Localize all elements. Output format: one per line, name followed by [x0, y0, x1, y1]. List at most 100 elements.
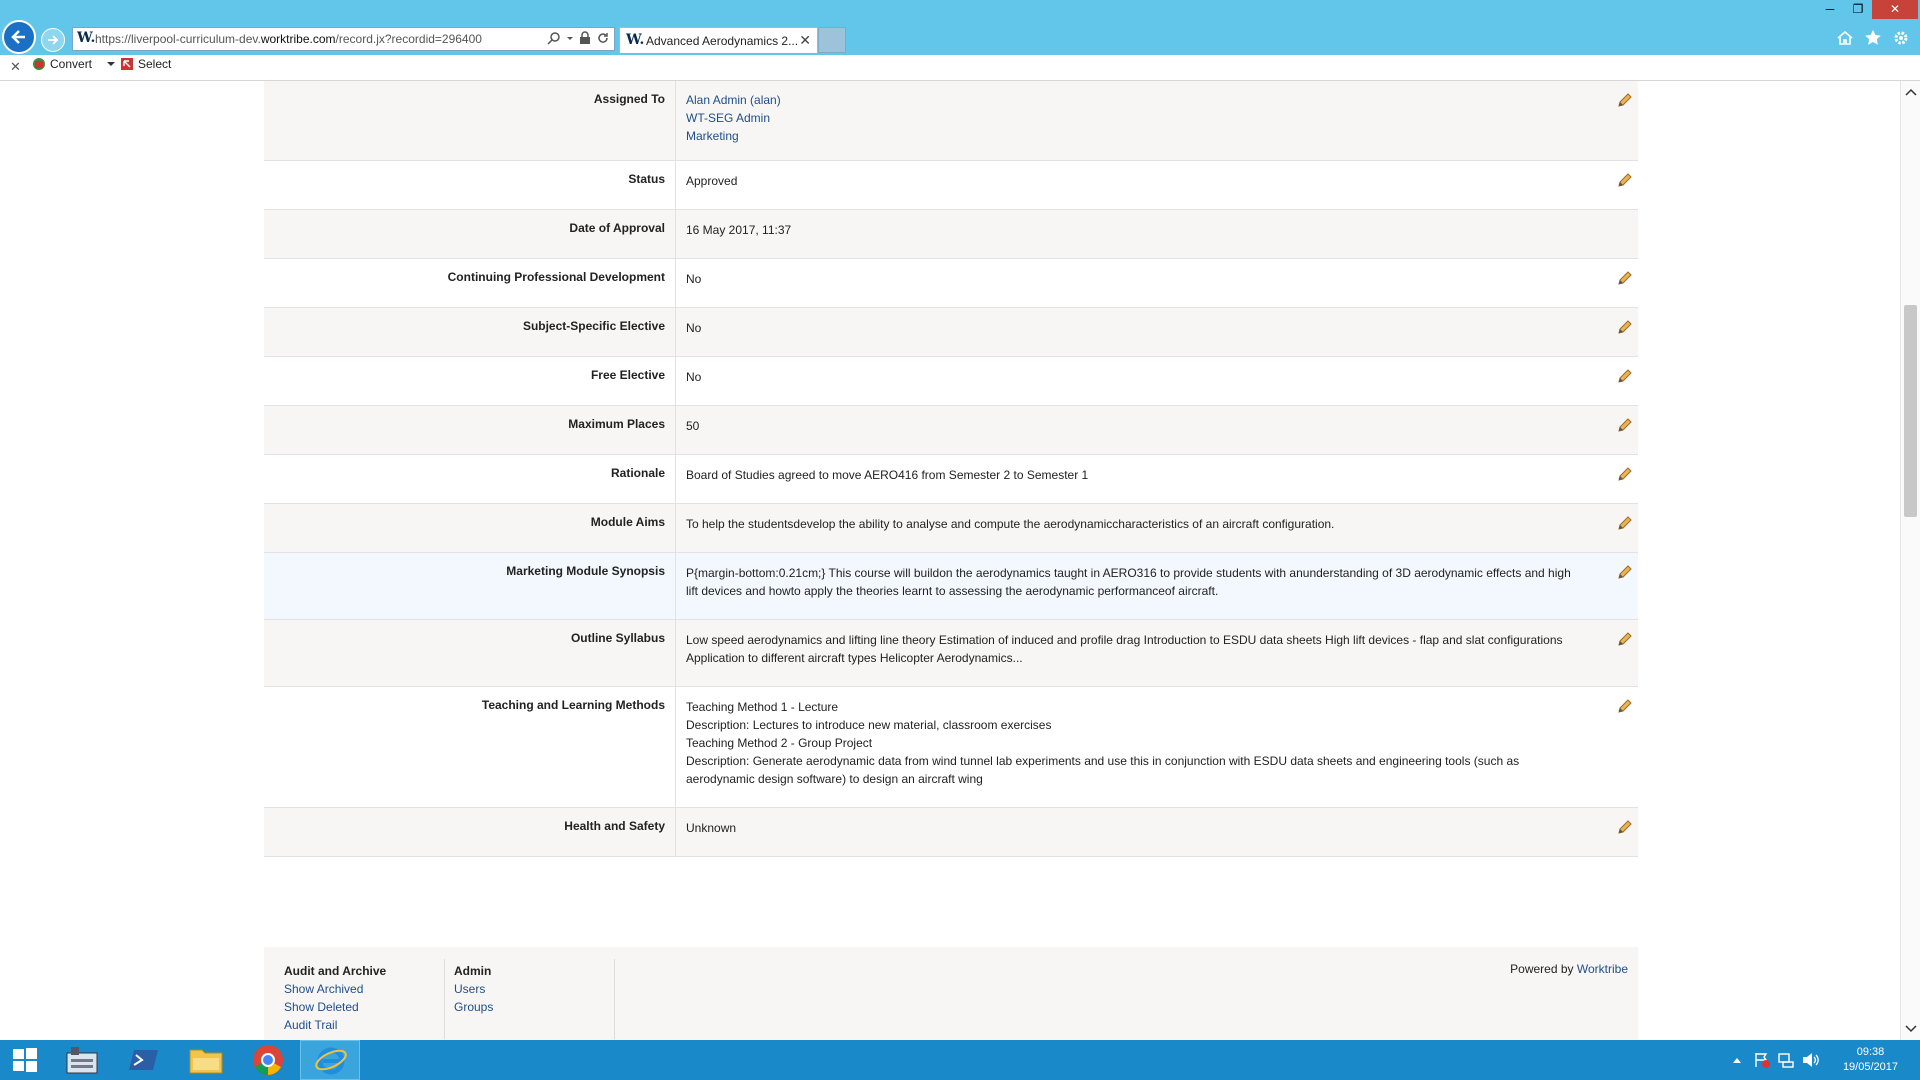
table-row: Rationale Board of Studies agreed to mov…: [264, 455, 1638, 504]
table-row: Teaching and Learning Methods Teaching M…: [264, 687, 1638, 808]
show-hidden-icons-icon[interactable]: [1732, 1056, 1742, 1064]
back-button[interactable]: [2, 20, 36, 54]
users-link[interactable]: Users: [454, 980, 493, 998]
refresh-icon[interactable]: [596, 31, 610, 45]
edit-pencil-icon[interactable]: [1616, 171, 1634, 189]
edit-pencil-icon[interactable]: [1616, 269, 1634, 287]
convert-button[interactable]: Convert: [32, 57, 116, 71]
powered-by-text: Powered by: [1510, 962, 1574, 976]
page-footer: Audit and Archive Show Archived Show Del…: [264, 947, 1638, 1040]
convert-label: Convert: [50, 57, 93, 71]
address-bar[interactable]: W. https://liverpool-curriculum-dev.work…: [72, 27, 615, 51]
close-window-button[interactable]: ✕: [1872, 0, 1918, 19]
edit-pencil-icon[interactable]: [1616, 465, 1634, 483]
home-icon[interactable]: [1836, 29, 1854, 47]
field-label: Rationale: [264, 455, 676, 503]
table-row: Module Aims To help the studentsdevelop …: [264, 504, 1638, 553]
edit-pencil-icon[interactable]: [1616, 91, 1634, 109]
worktribe-link[interactable]: Worktribe: [1577, 962, 1628, 976]
forward-button[interactable]: [41, 28, 65, 52]
select-icon: [121, 58, 133, 70]
url-text[interactable]: https://liverpool-curriculum-dev.worktri…: [95, 32, 482, 46]
volume-icon[interactable]: [1802, 1052, 1820, 1068]
internet-explorer-icon: [315, 1047, 347, 1075]
audit-trail-link[interactable]: Audit Trail: [284, 1016, 386, 1034]
max-places-value: 50: [686, 419, 700, 433]
show-deleted-link[interactable]: Show Deleted: [284, 998, 386, 1016]
clock-date: 19/05/2017: [1842, 1061, 1898, 1073]
outline-syllabus-value: Low speed aerodynamics and lifting line …: [686, 633, 1563, 665]
server-manager-icon: [66, 1047, 98, 1074]
field-label: Module Aims: [264, 504, 676, 552]
minimize-button[interactable]: ─: [1816, 0, 1844, 19]
back-arrow-icon: [11, 30, 25, 44]
field-value: P{margin-bottom:0.21cm;} This course wil…: [676, 553, 1638, 619]
folder-icon: [189, 1049, 223, 1074]
vertical-scrollbar[interactable]: [1900, 81, 1920, 1040]
scrollbar-thumb[interactable]: [1904, 305, 1917, 517]
powered-by: Powered by Worktribe: [1510, 962, 1628, 976]
restore-button[interactable]: ❐: [1844, 0, 1872, 19]
settings-gear-icon[interactable]: [1892, 29, 1910, 47]
approval-date-value: 16 May 2017, 11:37: [686, 223, 792, 237]
field-value: No: [676, 357, 1638, 405]
favorites-star-icon[interactable]: [1864, 29, 1882, 47]
field-value: To help the studentsdevelop the ability …: [676, 504, 1638, 552]
network-icon[interactable]: [1778, 1052, 1794, 1068]
table-row: Date of Approval 16 May 2017, 11:37: [264, 210, 1638, 259]
table-row: Free Elective No: [264, 357, 1638, 406]
windows-taskbar: 09:38 19/05/2017: [0, 1040, 1920, 1080]
audit-archive-section: Audit and Archive Show Archived Show Del…: [284, 962, 386, 1034]
edit-pencil-icon[interactable]: [1616, 416, 1634, 434]
admin-heading: Admin: [454, 964, 492, 978]
assigned-user-link[interactable]: Alan Admin (alan): [686, 91, 1628, 109]
scroll-up-icon[interactable]: [1905, 87, 1917, 97]
start-button[interactable]: [0, 1040, 50, 1080]
assigned-group-link[interactable]: WT-SEG Admin: [686, 109, 1628, 127]
field-value: Approved: [676, 161, 1638, 209]
convert-dropdown-icon[interactable]: [106, 59, 116, 69]
new-tab-button[interactable]: [818, 27, 846, 53]
tab-favicon-icon: W.: [626, 32, 645, 48]
action-center-flag-icon[interactable]: [1754, 1052, 1770, 1068]
taskbar-file-explorer[interactable]: [176, 1040, 236, 1080]
rationale-value: Board of Studies agreed to move AERO416 …: [686, 468, 1089, 482]
select-button[interactable]: Select: [120, 57, 171, 71]
table-row: Status Approved: [264, 161, 1638, 210]
edit-pencil-icon[interactable]: [1616, 514, 1634, 532]
scroll-down-icon[interactable]: [1905, 1024, 1917, 1034]
edit-pencil-icon[interactable]: [1616, 367, 1634, 385]
search-icon[interactable]: [547, 31, 561, 45]
edit-pencil-icon[interactable]: [1616, 563, 1634, 581]
edit-pencil-icon[interactable]: [1616, 818, 1634, 836]
edit-pencil-icon[interactable]: [1616, 630, 1634, 648]
teaching-method-line: Description: Generate aerodynamic data f…: [686, 754, 1520, 786]
tab-advanced-aerodynamics[interactable]: W. Advanced Aerodynamics 2... ✕: [619, 27, 818, 53]
field-label: Assigned To: [264, 81, 676, 160]
table-row: Continuing Professional Development No: [264, 259, 1638, 308]
convert-icon: [33, 58, 45, 70]
browser-titlebar: ─ ❐ ✕ W. https://liverpool-curriculum-de…: [0, 0, 1920, 55]
taskbar-chrome[interactable]: [238, 1040, 298, 1080]
assigned-group-link[interactable]: Marketing: [686, 127, 1628, 145]
teaching-method-line: Description: Lectures to introduce new m…: [686, 718, 1052, 732]
tab-close-icon[interactable]: ✕: [799, 32, 811, 49]
lock-icon[interactable]: [579, 31, 591, 45]
taskbar-internet-explorer[interactable]: [300, 1040, 360, 1080]
field-value: No: [676, 259, 1638, 307]
field-label: Marketing Module Synopsis: [264, 553, 676, 619]
edit-pencil-icon[interactable]: [1616, 318, 1634, 336]
groups-link[interactable]: Groups: [454, 998, 493, 1016]
field-label: Outline Syllabus: [264, 620, 676, 686]
taskbar-clock[interactable]: 09:38 19/05/2017: [1843, 1045, 1898, 1075]
show-archived-link[interactable]: Show Archived: [284, 980, 386, 998]
teaching-method-line: Teaching Method 1 - Lecture: [686, 700, 839, 714]
taskbar-powershell[interactable]: [114, 1040, 174, 1080]
taskbar-server-manager[interactable]: [52, 1040, 112, 1080]
windows-logo-icon: [13, 1048, 37, 1072]
close-command-bar-icon[interactable]: ✕: [10, 59, 21, 75]
field-value: 16 May 2017, 11:37: [676, 210, 1638, 258]
dropdown-icon[interactable]: [566, 31, 574, 45]
edit-pencil-icon[interactable]: [1616, 697, 1634, 715]
field-label: Maximum Places: [264, 406, 676, 454]
